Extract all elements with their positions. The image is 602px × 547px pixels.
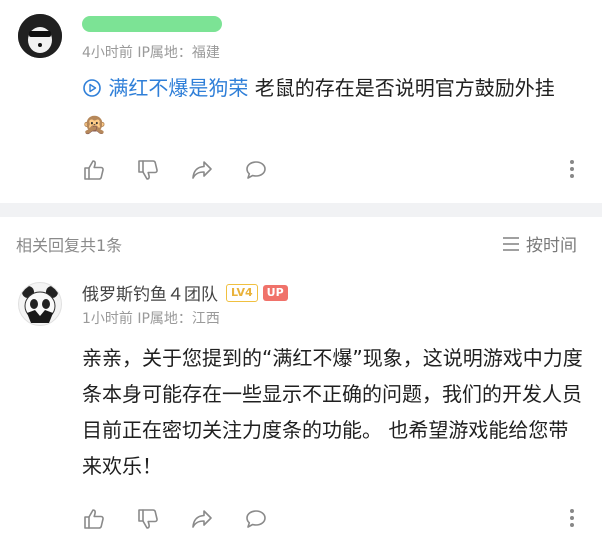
- share-arrow-icon: [192, 161, 212, 179]
- reply-meta: 1小时前 IP属地：江西: [82, 311, 220, 327]
- thumbs-up-icon: [84, 160, 104, 180]
- reply-button[interactable]: [244, 158, 268, 182]
- play-circle-icon: [83, 79, 101, 97]
- panda-avatar-image: [22, 286, 58, 323]
- reply-share-button[interactable]: [190, 507, 214, 531]
- level-badge: LV4: [226, 283, 258, 302]
- reply-username[interactable]: 俄罗斯钓鱼４团队: [82, 280, 218, 305]
- reply-more-options-button[interactable]: [568, 506, 576, 530]
- chat-bubble-icon: [246, 161, 266, 179]
- dislike-button[interactable]: [136, 158, 160, 182]
- commenter-avatar[interactable]: [18, 14, 62, 58]
- comment-body: 满红不爆是狗荣 老鼠的存在是否说明官方鼓励外挂 🙊: [82, 70, 582, 142]
- sort-label: 按时间: [526, 236, 577, 256]
- share-arrow-icon: [192, 510, 212, 528]
- sort-button[interactable]: 按时间: [502, 231, 577, 256]
- quoted-user-link[interactable]: 满红不爆是狗荣: [82, 76, 255, 100]
- share-button[interactable]: [190, 158, 214, 182]
- reply-like-button[interactable]: [82, 507, 106, 531]
- like-button[interactable]: [82, 158, 106, 182]
- avatar-image: [18, 14, 62, 58]
- quoted-user-name: 满红不爆是狗荣: [108, 76, 249, 100]
- reply-reply-button[interactable]: [244, 507, 268, 531]
- comment-text: 老鼠的存在是否说明官方鼓励外挂: [254, 76, 555, 100]
- thumbs-down-icon: [138, 160, 158, 180]
- thumbs-up-icon: [84, 509, 104, 529]
- reply-actions: [82, 507, 298, 531]
- up-badge: UP: [262, 284, 288, 301]
- replier-avatar[interactable]: [18, 282, 62, 326]
- reply-body: 亲亲，关于您提到的“满红不爆”现象，这说明游戏中力度条本身可能存在一些显示不正确…: [82, 346, 583, 478]
- reply-count-label: 相关回复共1条: [16, 236, 123, 255]
- sort-lines-icon: [503, 236, 519, 251]
- section-divider: [0, 203, 602, 217]
- reply-user-row: 俄罗斯钓鱼４团队 LV4 UP: [82, 280, 288, 305]
- monkey-emoji-icon: 🙊: [82, 112, 107, 136]
- chat-bubble-icon: [246, 510, 266, 528]
- comment-actions: [82, 158, 298, 182]
- more-options-button[interactable]: [568, 157, 576, 181]
- comment-meta: 4小时前 IP属地：福建: [82, 45, 220, 61]
- thumbs-down-icon: [138, 509, 158, 529]
- redacted-username: [82, 16, 222, 32]
- reply-dislike-button[interactable]: [136, 507, 160, 531]
